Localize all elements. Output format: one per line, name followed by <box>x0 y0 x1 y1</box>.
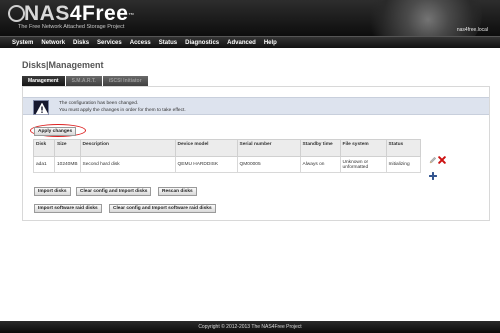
import-software-raid-button[interactable]: Import software raid disks <box>34 204 102 213</box>
menu-network[interactable]: Network <box>41 40 65 46</box>
menu-access[interactable]: Access <box>130 40 151 46</box>
col-description: Description <box>79 139 176 157</box>
menu-system[interactable]: System <box>12 40 33 46</box>
delete-icon[interactable] <box>438 156 446 164</box>
cell-size: 10240MB <box>54 156 81 173</box>
col-disk: Disk <box>33 139 55 157</box>
menu-status[interactable]: Status <box>159 40 177 46</box>
menu-services[interactable]: Services <box>97 40 122 46</box>
logo-accent: 4Free <box>69 2 129 25</box>
add-icon[interactable] <box>429 172 437 180</box>
tagline: The Free Network Attached Storage Projec… <box>18 24 125 30</box>
logo-text: NAS <box>24 2 70 25</box>
row-actions <box>429 156 453 180</box>
notice-instruction: You must apply the changes in order for … <box>59 108 186 113</box>
apply-changes-button[interactable]: Apply changes <box>34 127 77 136</box>
tab-bar: Management S.M.A.R.T. iSCSI Initiator <box>22 76 149 86</box>
menu-diagnostics[interactable]: Diagnostics <box>185 40 219 46</box>
disks-table: Disk Size Description Device model Seria… <box>33 139 421 173</box>
menu-advanced[interactable]: Advanced <box>227 40 256 46</box>
logo-ring-icon <box>8 5 25 22</box>
cell-description: Second hard disk <box>79 156 176 173</box>
cell-disk: ada1 <box>33 156 55 173</box>
tab-management[interactable]: Management <box>22 76 65 86</box>
col-serial-number: Serial number <box>236 139 301 157</box>
clear-config-import-disks-button[interactable]: Clear config and Import disks <box>76 187 152 196</box>
clear-config-import-raid-button[interactable]: Clear config and Import software raid di… <box>109 204 216 213</box>
tab-iscsi-initiator[interactable]: iSCSI Initiator <box>102 76 148 86</box>
cell-status: Initializing <box>385 156 421 173</box>
rescan-disks-button[interactable]: Rescan disks <box>158 187 197 196</box>
cell-standby-time: Always on <box>299 156 341 173</box>
edit-icon[interactable] <box>429 156 437 164</box>
cell-serial-number: QM00005 <box>236 156 301 173</box>
hostname: nas4free.local <box>456 27 488 33</box>
main-menu: System Network Disks Services Access Sta… <box>0 36 500 48</box>
import-disks-button[interactable]: Import disks <box>34 187 71 196</box>
logo-trademark: ™ <box>128 13 135 19</box>
notice-message: The configuration has been changed. <box>59 101 139 106</box>
menu-disks[interactable]: Disks <box>73 40 89 46</box>
col-status: Status <box>385 139 421 157</box>
warning-icon <box>33 100 49 115</box>
config-changed-notice: The configuration has been changed. You … <box>23 97 489 115</box>
footer: Copyright © 2012-2013 The NAS4Free Proje… <box>0 321 500 333</box>
page-title: Disks|Management <box>22 60 104 70</box>
table-header-row: Disk Size Description Device model Seria… <box>33 139 421 157</box>
cell-device-model: QEMU HARDDISK <box>174 156 238 173</box>
col-standby-time: Standby time <box>299 139 341 157</box>
col-file-system: File system <box>339 139 387 157</box>
cell-file-system: Unknown or unformatted <box>339 156 387 173</box>
menu-help[interactable]: Help <box>264 40 277 46</box>
header: NAS4Free™ The Free Network Attached Stor… <box>0 0 500 36</box>
tab-smart[interactable]: S.M.A.R.T. <box>65 76 102 86</box>
col-size: Size <box>54 139 81 157</box>
table-row: ada1 10240MB Second hard disk QEMU HARDD… <box>33 156 421 173</box>
management-panel: The configuration has been changed. You … <box>22 86 490 221</box>
col-device-model: Device model <box>174 139 238 157</box>
